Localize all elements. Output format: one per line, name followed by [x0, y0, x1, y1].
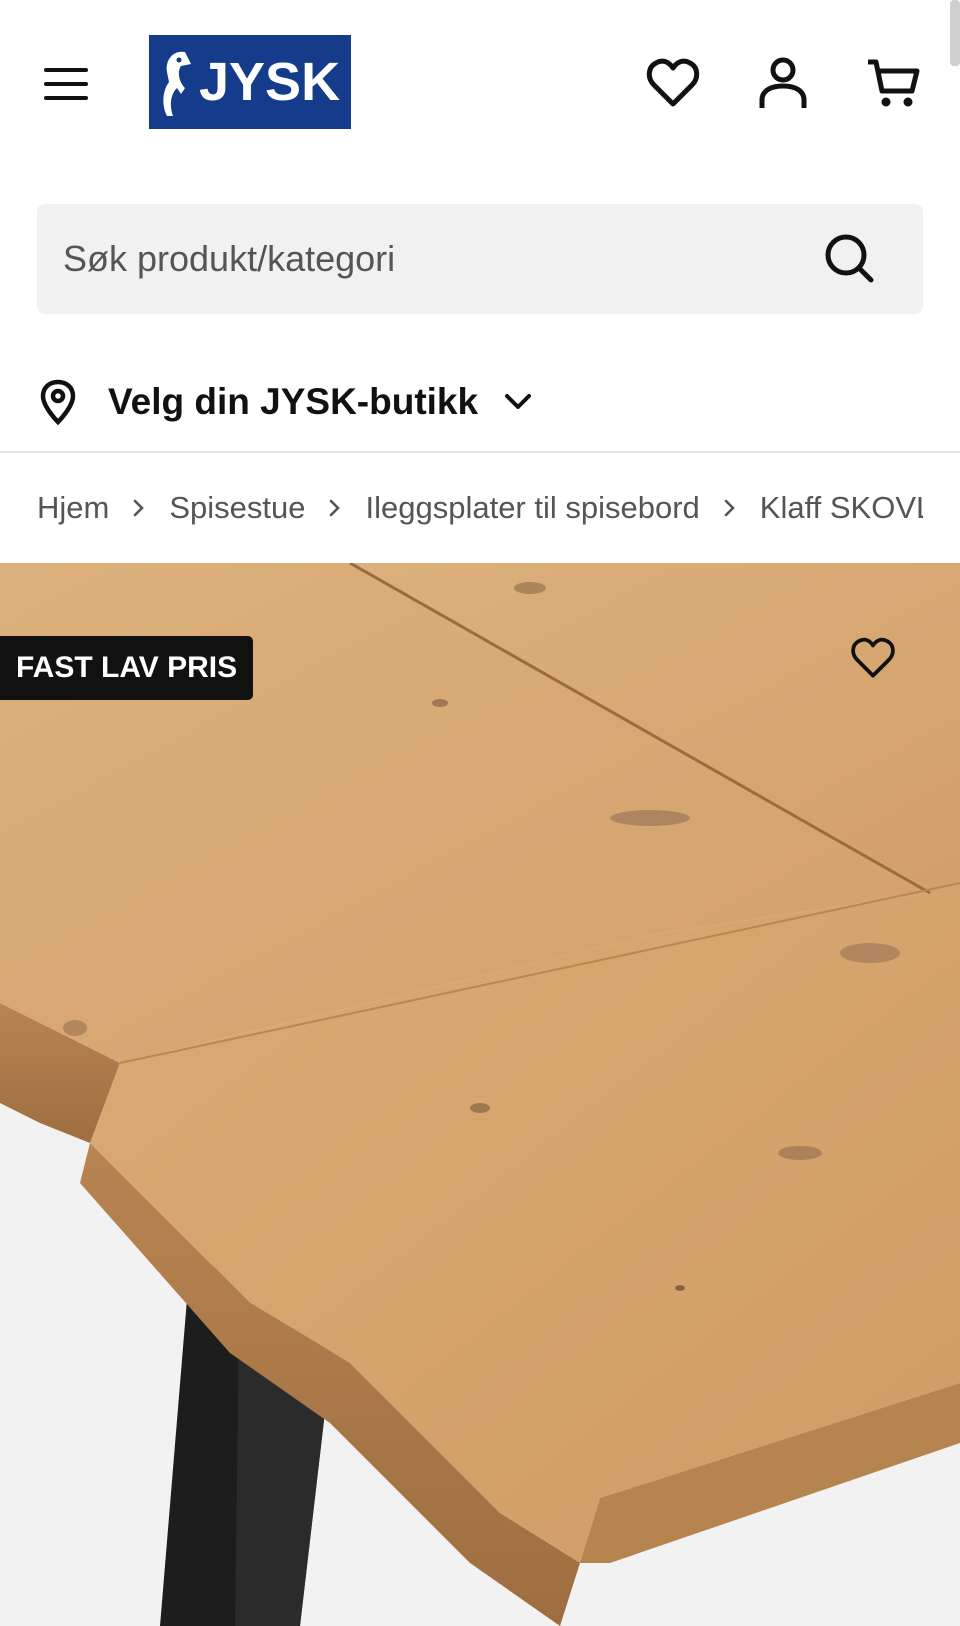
breadcrumb: Hjem Spisestue Ileggsplater til spisebor… — [37, 480, 923, 536]
cart-button[interactable] — [862, 52, 924, 114]
scrollbar[interactable] — [950, 0, 960, 66]
jysk-logo[interactable]: JYSK — [149, 35, 351, 129]
chevron-down-icon — [505, 394, 532, 409]
search-button[interactable] — [815, 224, 885, 294]
product-wishlist-button[interactable] — [846, 631, 900, 685]
menu-button[interactable] — [38, 56, 94, 112]
search-bar — [37, 204, 923, 314]
breadcrumb-item-spisestue[interactable]: Spisestue — [169, 490, 305, 526]
bird-icon — [163, 51, 191, 116]
search-input[interactable] — [37, 204, 797, 314]
menu-icon — [44, 68, 88, 100]
product-image[interactable]: FAST LAV PRIS — [0, 563, 960, 1626]
heart-icon — [851, 637, 895, 678]
breadcrumb-item-current: Klaff SKOVLUND — [759, 490, 923, 525]
wishlist-button[interactable] — [642, 52, 704, 114]
account-button[interactable] — [752, 52, 814, 114]
chevron-right-icon — [329, 498, 341, 518]
divider — [0, 451, 960, 453]
product-photo — [0, 563, 960, 1626]
logo-text: JYSK — [199, 52, 341, 112]
user-icon — [759, 57, 807, 108]
price-badge: FAST LAV PRIS — [0, 636, 254, 700]
cart-icon — [868, 59, 920, 107]
page: JYSK Søk produkt/kategori Velg din JYSK-… — [0, 0, 960, 1626]
store-selector-label: Velg din JYSK-butikk — [108, 381, 479, 422]
chevron-right-icon — [724, 498, 736, 518]
header: JYSK — [0, 0, 960, 170]
search-icon — [825, 234, 874, 283]
breadcrumb-item-home[interactable]: Hjem — [37, 490, 109, 526]
heart-icon — [646, 58, 700, 107]
store-selector[interactable]: Velg din JYSK-butikk — [38, 370, 532, 434]
chevron-right-icon — [133, 498, 145, 518]
location-pin-icon — [40, 379, 76, 425]
breadcrumb-item-ileggsplater[interactable]: Ileggsplater til spisebord — [365, 490, 699, 526]
